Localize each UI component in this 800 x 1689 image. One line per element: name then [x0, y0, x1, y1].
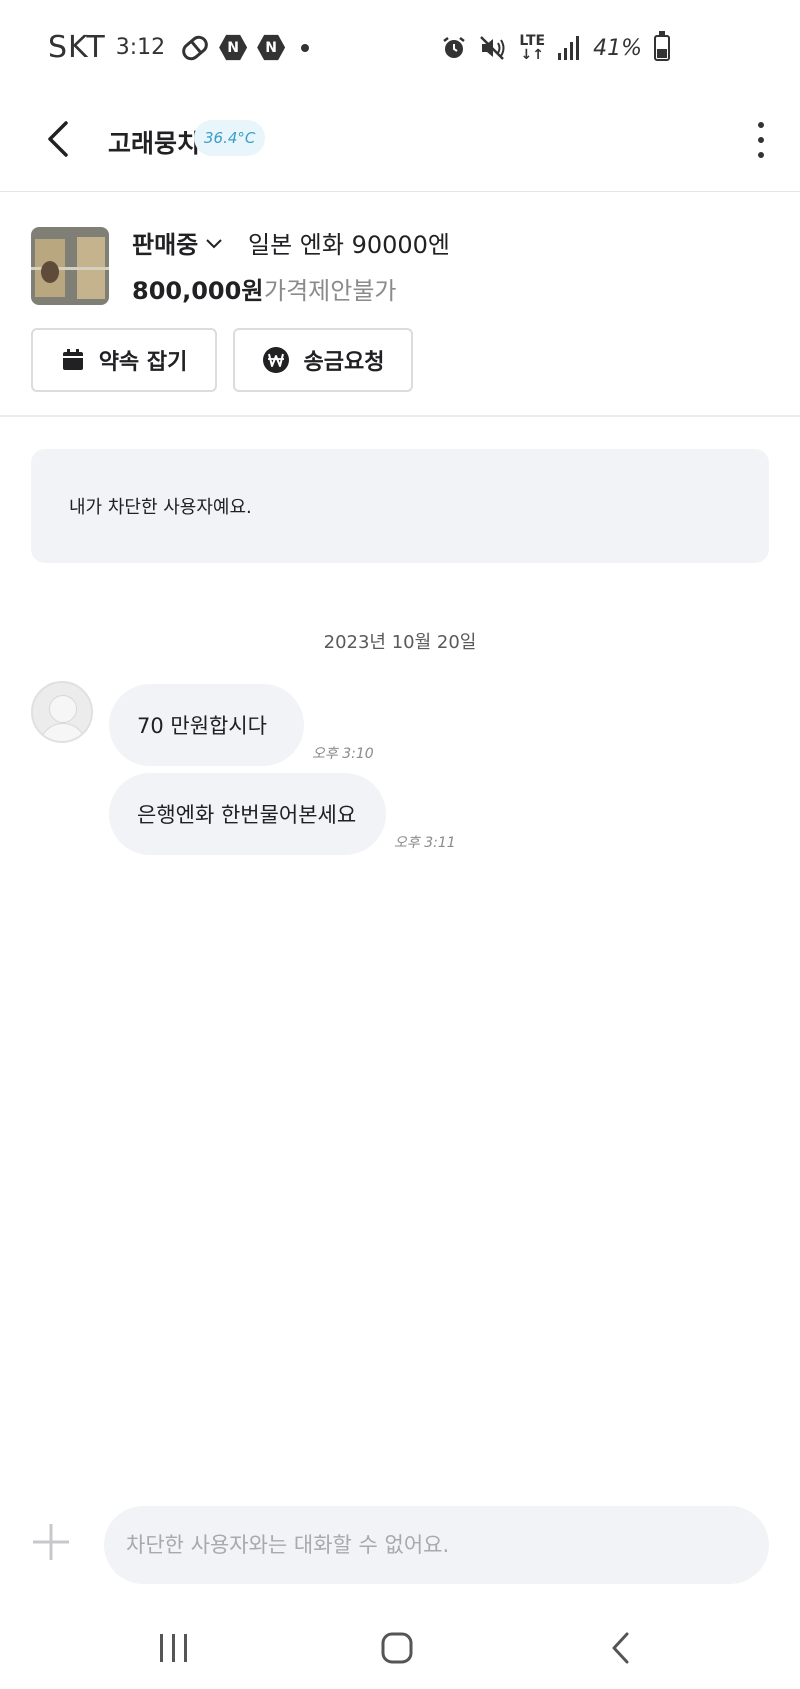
- clock-time: 3:12: [115, 35, 166, 60]
- recent-apps-icon: [160, 1634, 187, 1662]
- back-arrow-icon: [612, 1632, 629, 1664]
- manner-temperature-badge: 36.4°C: [194, 120, 266, 156]
- system-navigation-bar: [0, 1600, 800, 1689]
- mute-icon: [480, 36, 505, 60]
- thumbnail-portrait: [41, 261, 59, 283]
- system-back-button[interactable]: [597, 1626, 647, 1670]
- network-label: LTE: [519, 33, 546, 49]
- request-transfer-label: 송금요청: [303, 350, 385, 375]
- battery-percent: 41%: [593, 35, 642, 61]
- naver-icon: N: [257, 34, 286, 61]
- status-left: SKT 3:12 N N: [48, 30, 310, 65]
- product-title[interactable]: 일본 엔화 90000엔: [248, 225, 450, 260]
- attach-button[interactable]: [31, 1522, 71, 1562]
- price-offer-note: 가격제안불가: [264, 277, 397, 305]
- sale-status-label: 판매중: [132, 231, 199, 259]
- won-icon: [262, 347, 289, 373]
- make-appointment-button[interactable]: 약속 잡기: [31, 328, 217, 392]
- back-button[interactable]: [36, 114, 86, 164]
- product-thumbnail[interactable]: [31, 227, 109, 305]
- chat-partner-name[interactable]: 고래뭉치: [108, 124, 200, 160]
- calendar-icon: [62, 349, 83, 370]
- status-right: LTE ↓↑ 41%: [441, 31, 670, 63]
- avatar-head: [49, 695, 77, 723]
- lte-icon: LTE ↓↑: [519, 33, 546, 63]
- product-panel: 판매중 일본 엔화 90000엔 800,000원 가격제안불가 약속 잡기 송…: [0, 193, 800, 417]
- battery-level-fill: [657, 48, 667, 58]
- signal-icon: [558, 36, 580, 60]
- message-bubble[interactable]: 은행엔화 한번물어본세요: [109, 773, 386, 855]
- home-button[interactable]: [372, 1626, 422, 1670]
- plus-icon: [33, 1524, 69, 1560]
- pill-icon: [178, 31, 212, 64]
- notification-dot-icon: [301, 43, 310, 52]
- blocked-user-notice: 내가 차단한 사용자예요.: [31, 449, 769, 563]
- carrier-label: SKT: [48, 30, 106, 65]
- message-text: 70 만원합시다: [137, 714, 267, 738]
- message-time: 오후 3:11: [394, 835, 456, 851]
- more-options-button[interactable]: [746, 118, 776, 162]
- chevron-down-icon: [206, 238, 222, 248]
- request-transfer-button[interactable]: 송금요청: [233, 328, 413, 392]
- recent-apps-button[interactable]: [149, 1626, 199, 1670]
- make-appointment-label: 약속 잡기: [98, 350, 188, 375]
- blocked-notice-text: 내가 차단한 사용자예요.: [69, 497, 252, 518]
- chat-header: 고래뭉치 36.4°C: [0, 100, 800, 192]
- message-time: 오후 3:10: [312, 746, 374, 762]
- more-vertical-icon: [758, 152, 764, 158]
- battery-icon: [654, 31, 670, 61]
- home-icon: [381, 1632, 413, 1664]
- naver-icon: N: [219, 34, 248, 61]
- product-price: 800,000원: [132, 277, 264, 305]
- alarm-icon: [443, 37, 466, 58]
- message-text: 은행엔화 한번물어본세요: [137, 803, 357, 827]
- more-vertical-icon: [758, 122, 764, 128]
- more-vertical-icon: [758, 137, 764, 143]
- chevron-left-icon: [48, 121, 68, 157]
- avatar-body: [39, 723, 87, 741]
- avatar[interactable]: [31, 681, 93, 743]
- message-input[interactable]: [104, 1506, 769, 1584]
- date-separator: 2023년 10월 20일: [323, 632, 477, 653]
- message-bubble[interactable]: 70 만원합시다: [109, 684, 304, 766]
- status-bar: SKT 3:12 N N LTE ↓↑ 41%: [0, 0, 800, 100]
- sale-status-dropdown[interactable]: 판매중: [132, 225, 224, 260]
